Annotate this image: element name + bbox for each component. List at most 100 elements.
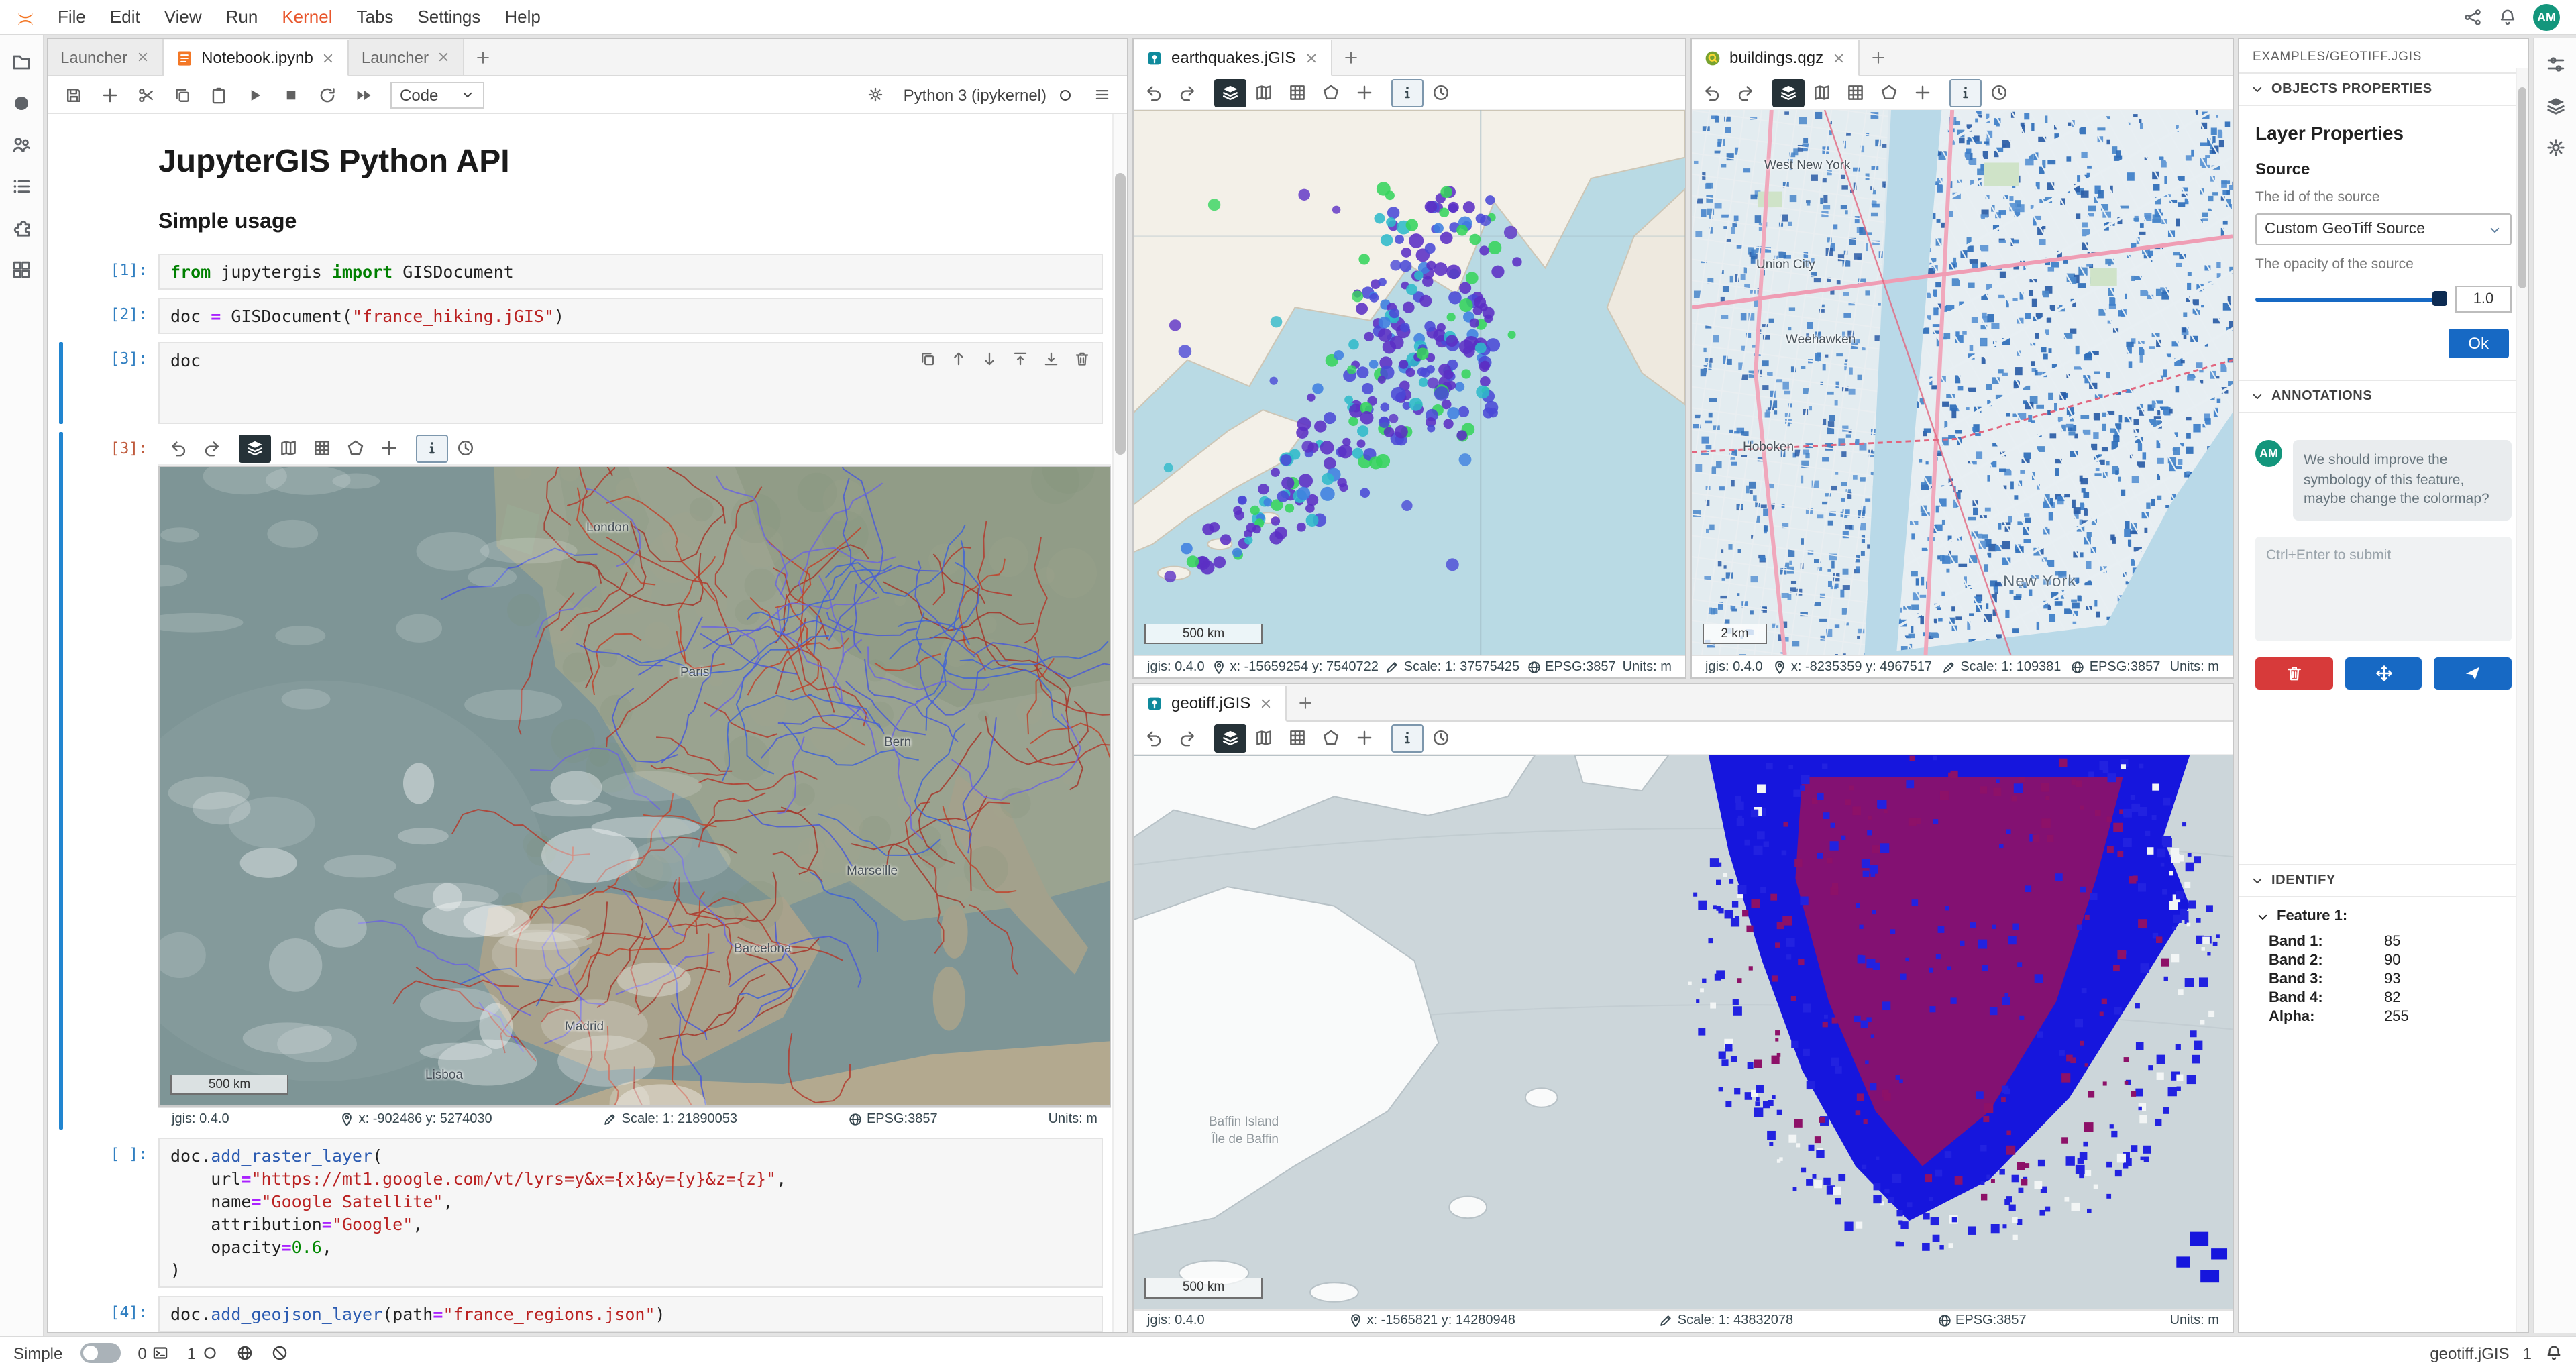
new-tab-button[interactable] — [1287, 684, 1324, 720]
menu-edit[interactable]: Edit — [98, 0, 152, 34]
basemap-button[interactable] — [1248, 78, 1280, 107]
add-layer-button[interactable] — [373, 434, 405, 462]
raster-layer-button[interactable] — [1839, 78, 1872, 107]
code-editor[interactable]: doc.add_geojson_layer(path="france_regio… — [158, 1296, 1103, 1331]
add-layer-button[interactable] — [1907, 78, 1939, 107]
delete-annotation-button[interactable] — [2255, 657, 2332, 690]
table-of-contents-icon[interactable] — [11, 176, 32, 197]
stop-kernel-button[interactable] — [274, 78, 309, 111]
menu-view[interactable]: View — [152, 0, 214, 34]
duplicate-cell-icon[interactable] — [912, 345, 942, 372]
add-layer-button[interactable] — [1348, 78, 1381, 107]
close-icon[interactable] — [136, 50, 150, 64]
pan-to-annotation-button[interactable] — [2345, 657, 2422, 690]
identify-tool-button[interactable] — [1391, 724, 1424, 752]
temporal-controller-button[interactable] — [449, 434, 482, 462]
save-button[interactable] — [56, 78, 91, 111]
temporal-controller-button[interactable] — [1983, 78, 2015, 107]
vector-layer-button[interactable] — [1315, 724, 1347, 752]
earthquakes-map-canvas[interactable]: 500 km — [1134, 110, 1685, 655]
insert-cell-below-icon[interactable] — [1036, 345, 1065, 372]
delete-cell-icon[interactable] — [1067, 345, 1096, 372]
code-cell-4[interactable]: [ ]: doc.add_raster_layer( url="https://… — [48, 1138, 1127, 1288]
cell-type-select[interactable]: Code — [390, 81, 484, 108]
redo-button[interactable] — [1729, 78, 1762, 107]
scrollbar-thumb[interactable] — [1115, 173, 1126, 455]
file-browser-icon[interactable] — [11, 51, 32, 72]
france-map-canvas[interactable]: London Paris Bern Marseille Barcelona Ma… — [158, 466, 1111, 1107]
menu-kernel[interactable]: Kernel — [270, 0, 344, 34]
globe-status-icon[interactable] — [236, 1344, 254, 1362]
redo-button[interactable] — [1171, 78, 1203, 107]
objects-properties-header[interactable]: OBJECTS PROPERTIES — [2239, 72, 2528, 106]
tab-buildings[interactable]: buildings.qgz — [1692, 40, 1860, 76]
kernel-settings-icon[interactable] — [858, 78, 893, 111]
undo-button[interactable] — [162, 434, 195, 462]
user-avatar[interactable]: AM — [2533, 3, 2560, 30]
annotation-reply-input[interactable]: Ctrl+Enter to submit — [2255, 537, 2512, 641]
vector-layer-button[interactable] — [1873, 78, 1905, 107]
simple-mode-toggle[interactable] — [80, 1343, 120, 1363]
tab-notebook[interactable]: Notebook.ipynb — [164, 40, 350, 76]
redo-button[interactable] — [196, 434, 228, 462]
opacity-value[interactable]: 1.0 — [2455, 286, 2512, 313]
geotiff-map-canvas[interactable]: Baffin Island Île de Baffin 500 km — [1134, 755, 2233, 1309]
share-button[interactable] — [2463, 7, 2482, 26]
new-tab-button[interactable] — [1332, 39, 1369, 75]
vector-layer-button[interactable] — [1315, 78, 1347, 107]
code-editor[interactable]: doc — [158, 342, 1103, 424]
debugger-icon[interactable] — [2545, 137, 2567, 158]
menu-run[interactable]: Run — [214, 0, 270, 34]
opacity-slider[interactable] — [2255, 297, 2445, 301]
code-cell-1[interactable]: [1]: from jupytergis import GISDocument — [48, 254, 1127, 290]
launcher-grid-icon[interactable] — [11, 259, 32, 280]
scrollbar-thumb[interactable] — [2518, 87, 2526, 288]
bell-icon[interactable] — [2545, 1344, 2563, 1362]
identify-header[interactable]: IDENTIFY — [2239, 864, 2528, 897]
layer-browser-button[interactable] — [1214, 78, 1246, 107]
tab-launcher-2[interactable]: Launcher — [350, 39, 465, 75]
raster-layer-button[interactable] — [1281, 78, 1313, 107]
move-cell-down-icon[interactable] — [974, 345, 1004, 372]
trust-status-icon[interactable] — [271, 1344, 288, 1362]
layer-browser-button[interactable] — [239, 434, 271, 462]
tab-geotiff[interactable]: geotiff.jGIS — [1134, 686, 1287, 722]
insert-cell-above-icon[interactable] — [1005, 345, 1034, 372]
restart-run-all-button[interactable] — [346, 78, 381, 111]
close-icon[interactable] — [1258, 696, 1273, 710]
basemap-button[interactable] — [1248, 724, 1280, 752]
extensions-icon[interactable] — [11, 217, 32, 239]
running-sessions-icon[interactable] — [11, 93, 32, 114]
code-editor[interactable]: from jupytergis import GISDocument — [158, 254, 1103, 290]
slider-handle[interactable] — [2432, 291, 2447, 306]
undo-button[interactable] — [1138, 78, 1170, 107]
layers-panel-icon[interactable] — [2545, 95, 2567, 117]
close-icon[interactable] — [1303, 50, 1318, 65]
redo-button[interactable] — [1171, 724, 1203, 752]
menu-settings[interactable]: Settings — [405, 0, 492, 34]
temporal-controller-button[interactable] — [1425, 724, 1457, 752]
basemap-button[interactable] — [1806, 78, 1838, 107]
identify-tool-button[interactable] — [416, 434, 448, 462]
move-cell-up-icon[interactable] — [943, 345, 973, 372]
ok-button[interactable]: Ok — [2448, 329, 2509, 358]
code-cell-5[interactable]: [4]: doc.add_geojson_layer(path="france_… — [48, 1296, 1127, 1331]
kernel-name[interactable]: Python 3 (ipykernel) — [904, 85, 1046, 104]
paste-cell-button[interactable] — [201, 78, 236, 111]
identify-tool-button[interactable] — [1391, 78, 1424, 107]
markdown-cell[interactable]: JupyterGIS Python API — [48, 127, 1127, 192]
code-cell-2[interactable]: [2]: doc = GISDocument("france_hiking.jG… — [48, 298, 1127, 334]
undo-button[interactable] — [1138, 724, 1170, 752]
panel-menu-icon[interactable] — [1084, 78, 1119, 111]
vector-layer-button[interactable] — [339, 434, 372, 462]
close-icon[interactable] — [321, 50, 336, 65]
tab-earthquakes[interactable]: earthquakes.jGIS — [1134, 40, 1332, 76]
menu-help[interactable]: Help — [492, 0, 553, 34]
feature-header[interactable]: Feature 1: — [2255, 908, 2512, 924]
menu-file[interactable]: File — [46, 0, 98, 34]
restart-kernel-button[interactable] — [310, 78, 345, 111]
insert-cell-button[interactable] — [93, 78, 127, 111]
buildings-map-canvas[interactable]: West New York Union City Weehawken Hobok… — [1692, 110, 2233, 655]
identify-tool-button[interactable] — [1949, 78, 1982, 107]
add-layer-button[interactable] — [1348, 724, 1381, 752]
